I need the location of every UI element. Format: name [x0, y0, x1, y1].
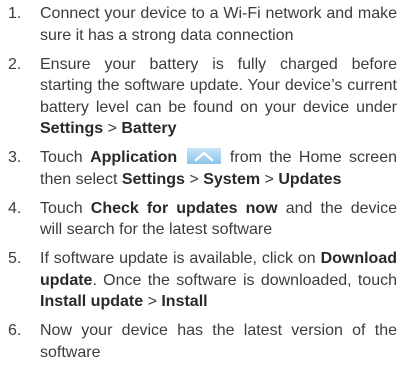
separator: >: [103, 120, 122, 137]
step-text: Connect your device to a Wi-Fi network a…: [40, 5, 397, 44]
instruction-page: 1. Connect your device to a Wi-Fi networ…: [0, 0, 401, 372]
step-text: Touch: [40, 199, 91, 217]
step-4: 4. Touch Check for updates now and the d…: [0, 198, 401, 241]
updates-label: Updates: [278, 170, 342, 188]
step-number: 1.: [8, 5, 22, 22]
battery-label: Battery: [121, 120, 177, 137]
separator: >: [260, 170, 279, 188]
step-number: 3.: [8, 149, 22, 166]
separator: >: [184, 170, 204, 188]
step-3: 3. Touch Application from the Home scree…: [0, 147, 401, 190]
step-number: 2.: [8, 55, 22, 73]
step-text: Touch: [40, 149, 91, 166]
install-update-label: Install update: [40, 293, 144, 310]
step-2: 2. Ensure your battery is fully charged …: [0, 54, 401, 140]
step-6: 6. Now your device has the latest versio…: [0, 320, 401, 363]
application-label: Application: [90, 149, 178, 166]
step-text: . Once the software is downloaded, touch: [92, 271, 397, 289]
step-5: 5. If software update is available, clic…: [0, 248, 401, 313]
step-number: 5.: [8, 250, 22, 267]
application-chevron-up-icon: [186, 148, 221, 164]
system-label: System: [203, 170, 261, 188]
step-text: If software update is available, click o…: [40, 250, 321, 267]
update-steps-list: 1. Connect your device to a Wi-Fi networ…: [0, 3, 401, 371]
settings-label: Settings: [121, 170, 185, 188]
settings-label: Settings: [40, 120, 104, 137]
step-text: Now your device has the latest version o…: [40, 322, 397, 361]
step-1: 1. Connect your device to a Wi-Fi networ…: [0, 3, 401, 46]
separator: >: [143, 293, 162, 310]
check-for-updates-label: Check for updates now: [90, 199, 278, 217]
step-number: 4.: [8, 199, 22, 217]
step-number: 6.: [8, 322, 22, 339]
install-label: Install: [161, 293, 208, 310]
step-text: Ensure your battery is fully charged bef…: [40, 55, 397, 116]
